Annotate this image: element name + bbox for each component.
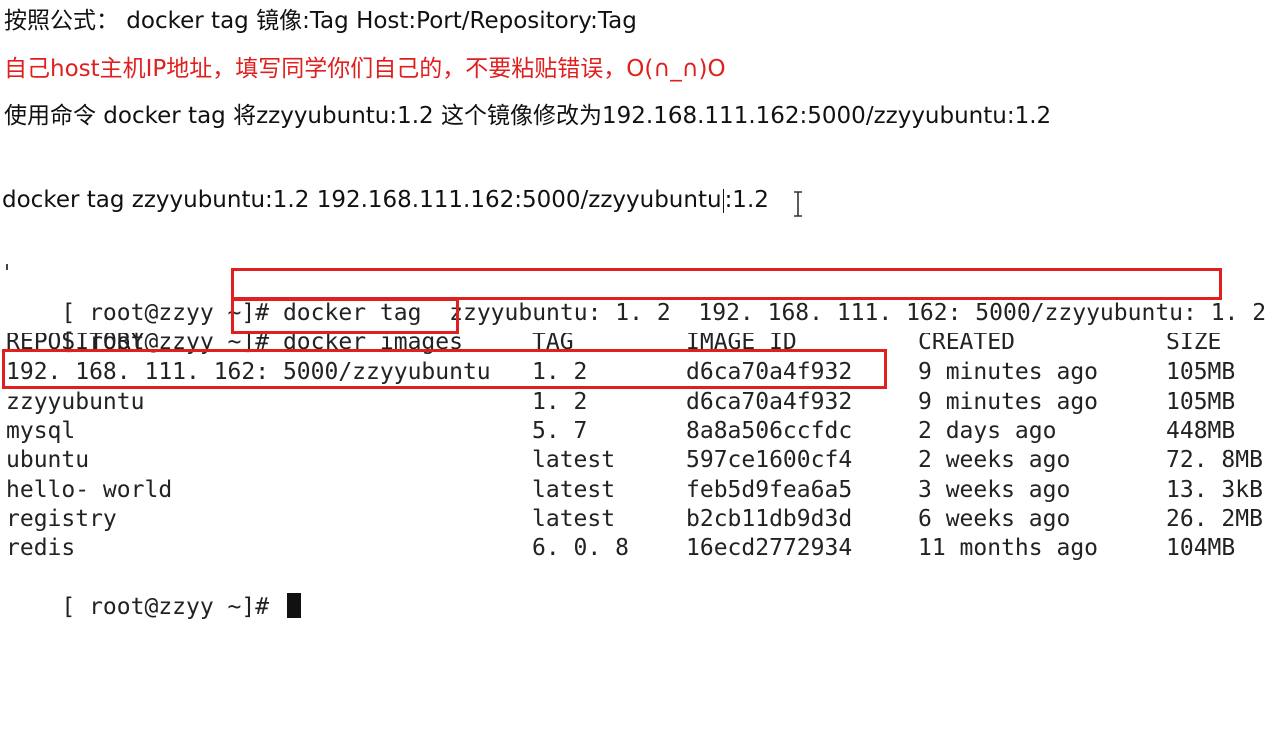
row-size: 104MB — [1166, 535, 1236, 561]
row-repository: ubuntu — [6, 447, 90, 473]
highlight-new-image-row-box — [2, 349, 887, 389]
row-size: 72. 8MB — [1166, 447, 1263, 473]
row-created: 9 minutes ago — [918, 359, 1099, 385]
row-created: 3 weeks ago — [918, 477, 1071, 503]
row-repository: mysql — [6, 418, 76, 444]
row-tag: latest — [532, 506, 616, 532]
ibeam-cursor-icon — [794, 191, 802, 217]
table-row: hello- world latest feb5d9fea6a5 3 weeks… — [6, 476, 1276, 505]
table-row: registry latest b2cb11db9d3d 6 weeks ago… — [6, 505, 1276, 534]
row-size: 105MB — [1166, 389, 1236, 415]
row-repository: redis — [6, 535, 76, 561]
terminal-output: [ root@zzyy ~]# docker tag zzyyubuntu: 1… — [0, 270, 1276, 620]
table-row: redis 6. 0. 8 16ecd2772934 11 months ago… — [6, 534, 1276, 563]
formula-note: 按照公式： docker tag 镜像:Tag Host:Port/Reposi… — [4, 8, 637, 34]
row-created: 6 weeks ago — [918, 506, 1071, 532]
row-size: 26. 2MB — [1166, 506, 1263, 532]
header-size: SIZE — [1166, 329, 1222, 355]
terminal-cursor — [286, 593, 301, 618]
example-command[interactable]: docker tag zzyyubuntu:1.2 192.168.111.16… — [2, 185, 769, 215]
row-repository: zzyyubuntu — [6, 389, 145, 415]
row-tag: 5. 7 — [532, 418, 588, 444]
example-command-part2: :1.2 — [724, 187, 769, 213]
row-image-id: b2cb11db9d3d — [686, 506, 853, 532]
table-row: ubuntu latest 597ce1600cf4 2 weeks ago 7… — [6, 446, 1276, 475]
header-created: CREATED — [918, 329, 1015, 355]
row-repository: hello- world — [6, 477, 173, 503]
table-row: zzyyubuntu 1. 2 d6ca70a4f932 9 minutes a… — [6, 388, 1276, 417]
row-image-id: 8a8a506ccfdc — [686, 418, 853, 444]
row-repository: registry — [6, 506, 117, 532]
row-tag: latest — [532, 477, 616, 503]
row-created: 2 days ago — [918, 418, 1057, 444]
row-created: 11 months ago — [918, 535, 1099, 561]
table-row: mysql 5. 7 8a8a506ccfdc 2 days ago 448MB — [6, 417, 1276, 446]
highlight-images-command-box — [231, 298, 459, 334]
row-image-id: 597ce1600cf4 — [686, 447, 853, 473]
row-created: 9 minutes ago — [918, 389, 1099, 415]
row-tag: 6. 0. 8 — [532, 535, 629, 561]
row-tag: latest — [532, 447, 616, 473]
text-caret — [722, 188, 724, 213]
terminal-line-current-prompt[interactable]: [ root@zzyy ~]# — [6, 564, 301, 620]
instruction-note: 使用命令 docker tag 将zzyyubuntu:1.2 这个镜像修改为1… — [4, 103, 1052, 129]
row-created: 2 weeks ago — [918, 447, 1071, 473]
row-image-id: 16ecd2772934 — [686, 535, 853, 561]
row-image-id: d6ca70a4f932 — [686, 389, 853, 415]
row-size: 13. 3kB — [1166, 477, 1263, 503]
row-tag: 1. 2 — [532, 389, 588, 415]
highlight-tag-command-box — [231, 268, 1222, 300]
warning-note: 自己host主机IP地址，填写同学你们自己的，不要粘贴错误，O(∩_∩)O — [4, 56, 726, 82]
row-size: 105MB — [1166, 359, 1236, 385]
row-image-id: feb5d9fea6a5 — [686, 477, 853, 503]
row-size: 448MB — [1166, 418, 1236, 444]
example-command-part1: docker tag zzyyubuntu:1.2 192.168.111.16… — [2, 187, 722, 213]
